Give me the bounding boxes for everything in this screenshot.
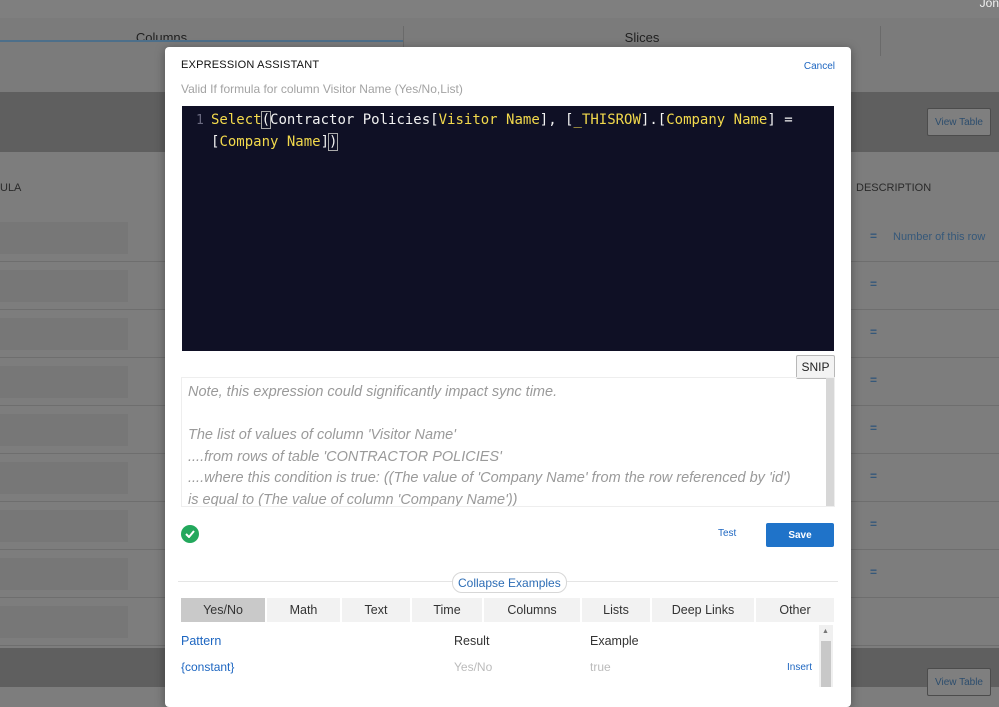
- tab-time[interactable]: Time: [412, 598, 482, 622]
- dialog-subtitle: Valid If formula for column Visitor Name…: [181, 82, 463, 96]
- column-header-formula: ULA: [0, 182, 22, 194]
- example-value: true: [590, 660, 611, 674]
- code-line-1: Select(Contractor Policies[Visitor Name]…: [211, 111, 793, 129]
- code-column-ref: Visitor Name: [438, 112, 540, 128]
- row-cell: [0, 510, 128, 542]
- scrollbar-thumb[interactable]: [821, 641, 831, 687]
- explanation-line: The list of values of column 'Visitor Na…: [188, 427, 456, 443]
- save-button[interactable]: Save: [766, 523, 834, 547]
- collapse-examples-button[interactable]: Collapse Examples: [452, 572, 567, 593]
- row-cell: [0, 270, 128, 302]
- dialog-title: EXPRESSION ASSISTANT: [181, 59, 320, 71]
- tab-columns-underline: [0, 40, 403, 42]
- examples-scrollbar[interactable]: ▲: [819, 625, 833, 687]
- code-column-ref: Company Name: [666, 112, 768, 128]
- header-result: Result: [454, 634, 490, 648]
- insert-button[interactable]: Insert: [787, 662, 812, 673]
- code-text: Contractor Policies: [270, 112, 431, 128]
- code-bracket: (: [260, 111, 272, 129]
- user-name[interactable]: Jon: [980, 0, 999, 10]
- row-cell: [0, 222, 128, 254]
- tab-yes-no[interactable]: Yes/No: [181, 598, 265, 622]
- equals-icon: =: [870, 421, 878, 435]
- column-header-description: DESCRIPTION: [856, 182, 932, 194]
- expression-explanation: Note, this expression could significantl…: [181, 377, 835, 507]
- code-column-ref: Company Name: [219, 134, 321, 150]
- explanation-line: [188, 404, 820, 426]
- tab-text[interactable]: Text: [342, 598, 410, 622]
- code-text: [: [430, 112, 439, 128]
- code-text: ]: [320, 134, 330, 150]
- explanation-text: Note, this expression could significantl…: [188, 382, 820, 507]
- code-text: ], [: [539, 112, 574, 128]
- expression-editor[interactable]: 1 Select(Contractor Policies[Visitor Nam…: [182, 106, 834, 351]
- snip-button[interactable]: SNIP: [796, 355, 835, 379]
- tab-deep-links[interactable]: Deep Links: [652, 598, 754, 622]
- equals-icon: =: [870, 565, 878, 579]
- row-cell: [0, 462, 128, 494]
- line-number: 1: [196, 113, 204, 128]
- test-button[interactable]: Test: [718, 528, 736, 539]
- row-cell: [0, 366, 128, 398]
- tab-slices[interactable]: Slices: [403, 30, 881, 45]
- equals-icon: =: [870, 373, 878, 387]
- example-result: Yes/No: [454, 660, 493, 674]
- app-topbar: Jon: [0, 0, 999, 18]
- code-column-ref: _THISROW: [573, 112, 641, 128]
- view-table-button[interactable]: View Table: [927, 668, 991, 696]
- tab-columns[interactable]: Columns: [484, 598, 580, 622]
- header-example: Example: [590, 634, 639, 648]
- code-line-2: [Company Name]): [211, 133, 339, 151]
- explanation-line: ....where this condition is true: ((The …: [188, 470, 791, 486]
- code-text: ] =: [767, 112, 793, 128]
- code-text: ].[: [640, 112, 667, 128]
- tab-lists[interactable]: Lists: [582, 598, 650, 622]
- valid-check-icon: [181, 525, 199, 543]
- equals-icon: =: [870, 277, 878, 291]
- row-description: Number of this row: [893, 231, 986, 243]
- equals-icon: =: [870, 517, 878, 531]
- row-cell: [0, 606, 128, 638]
- code-bracket: ): [327, 133, 339, 151]
- view-table-button[interactable]: View Table: [927, 108, 991, 136]
- explanation-line: is equal to (The value of column 'Compan…: [188, 491, 518, 507]
- explanation-line: Note, this expression could significantl…: [188, 384, 558, 400]
- expression-assistant-dialog: EXPRESSION ASSISTANT Cancel Valid If for…: [165, 47, 851, 707]
- row-cell: [0, 558, 128, 590]
- row-cell: [0, 414, 128, 446]
- row-cell: [0, 318, 128, 350]
- equals-icon: =: [870, 469, 878, 483]
- tab-columns[interactable]: Columns: [0, 30, 323, 45]
- code-keyword: Select: [211, 112, 262, 128]
- tab-other[interactable]: Other: [756, 598, 834, 622]
- equals-icon: =: [870, 325, 878, 339]
- example-pattern: {constant}: [181, 660, 235, 674]
- scroll-up-icon[interactable]: ▲: [822, 628, 829, 635]
- tab-math[interactable]: Math: [267, 598, 340, 622]
- header-pattern: Pattern: [181, 634, 222, 648]
- explanation-scrollbar[interactable]: [826, 378, 834, 506]
- cancel-button[interactable]: Cancel: [804, 61, 835, 72]
- equals-icon: =: [870, 229, 878, 243]
- explanation-line: ....from rows of table 'CONTRACTOR POLIC…: [188, 448, 502, 465]
- tab-separator: [880, 26, 881, 56]
